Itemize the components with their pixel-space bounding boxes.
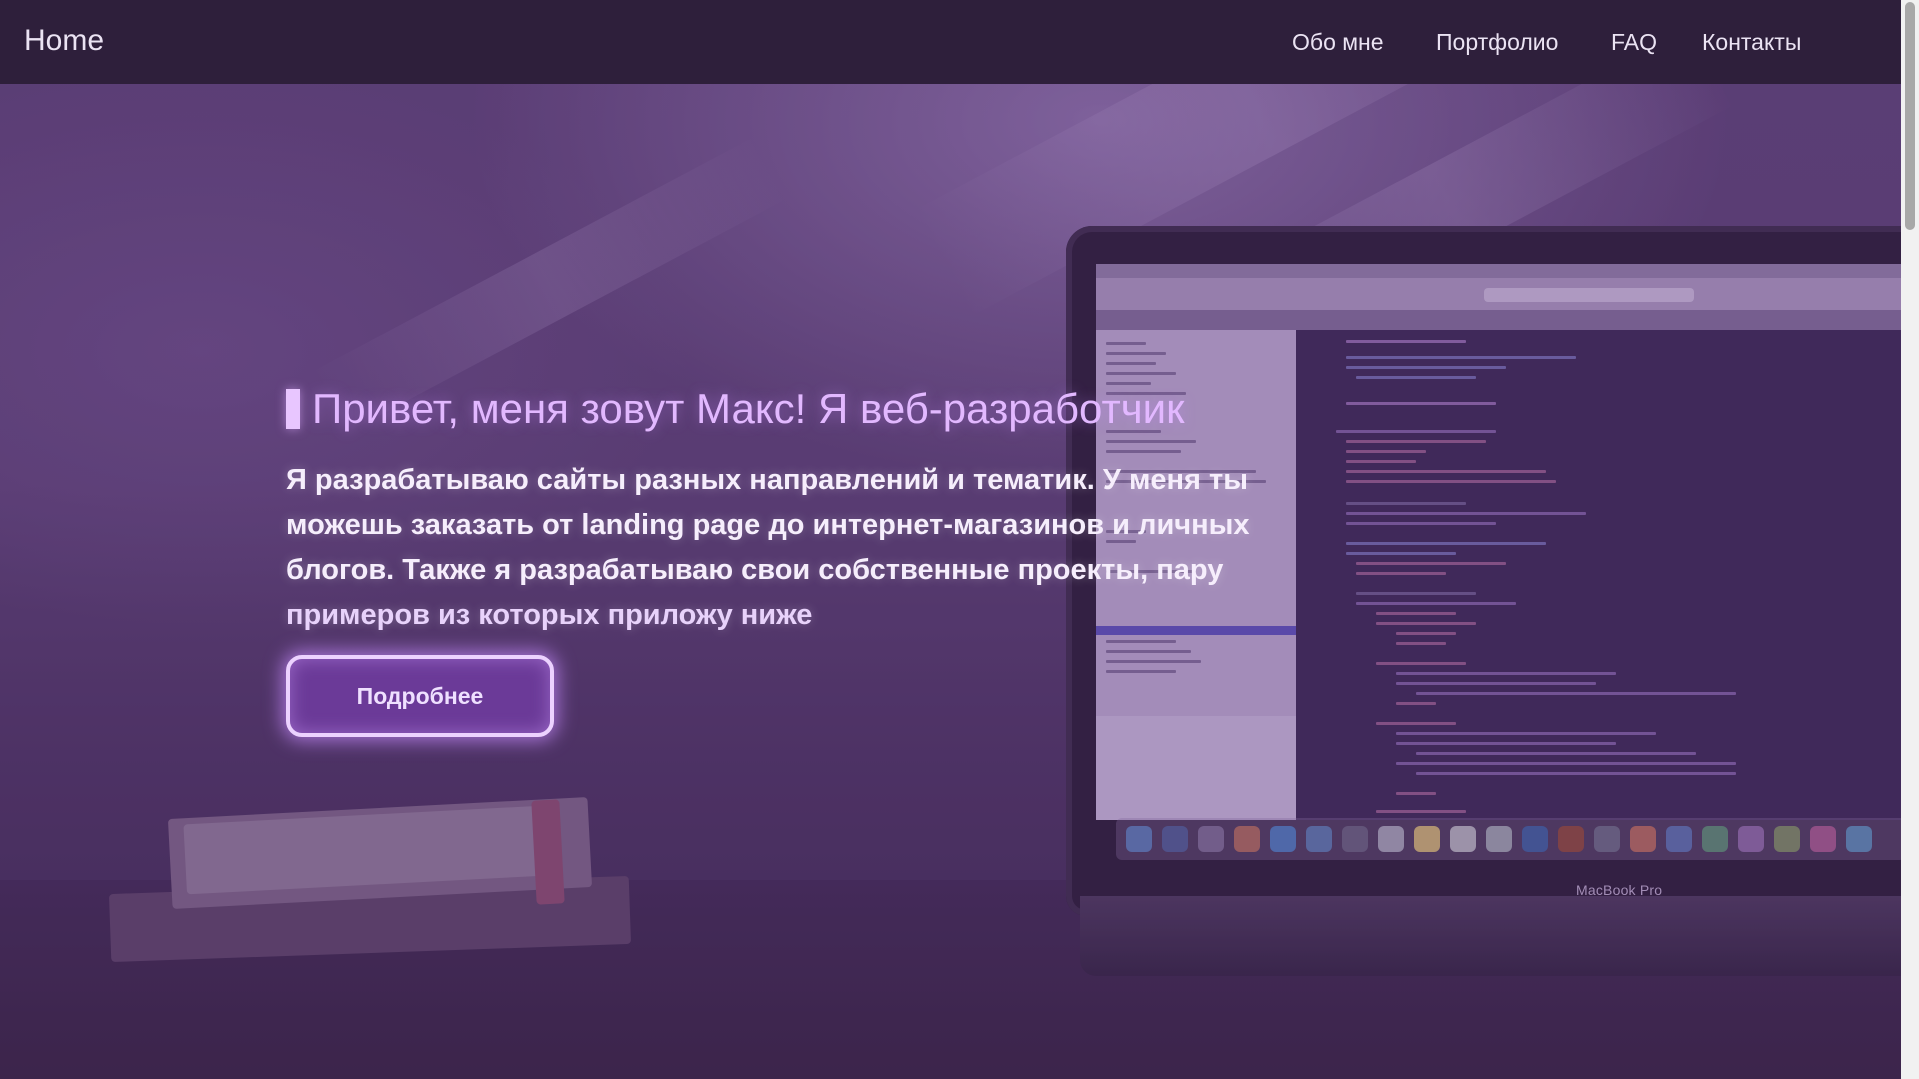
nav-link-portfolio[interactable]: Портфолио <box>1436 29 1558 56</box>
hero-text-line: Я разрабатываю сайты разных направлений … <box>286 464 1248 496</box>
hero-text-line: можешь заказать от landing page до интер… <box>286 509 1250 541</box>
nav-link-about[interactable]: Обо мне <box>1292 29 1384 56</box>
hero-text-line: блогов. Также я разрабатываю свои собств… <box>286 554 1224 586</box>
nav-link-faq[interactable]: FAQ <box>1611 29 1657 56</box>
hero-title-text: Привет, меня зовут Макс! Я веб-разработч… <box>312 385 1185 432</box>
home-link[interactable]: Home <box>24 24 104 58</box>
nav-link-contacts[interactable]: Контакты <box>1702 29 1801 56</box>
hero-text-line: примеров из которых приложу ниже <box>286 599 813 631</box>
top-navbar: Home Обо мне Портфолио FAQ Контакты <box>0 0 1901 84</box>
hero-heading: Привет, меня зовут Макс! Я веб-разработч… <box>286 385 1184 433</box>
more-button[interactable]: Подробнее <box>286 655 554 737</box>
page-scrollbar[interactable] <box>1901 0 1919 1079</box>
page-viewport: MacBook Pro Home Обо мне Портфолио FAQ К… <box>0 0 1901 1079</box>
scrollbar-thumb[interactable] <box>1905 2 1915 230</box>
hero-description: Я разрабатываю сайты разных направлений … <box>286 458 1266 638</box>
text-cursor-bar <box>286 389 300 429</box>
